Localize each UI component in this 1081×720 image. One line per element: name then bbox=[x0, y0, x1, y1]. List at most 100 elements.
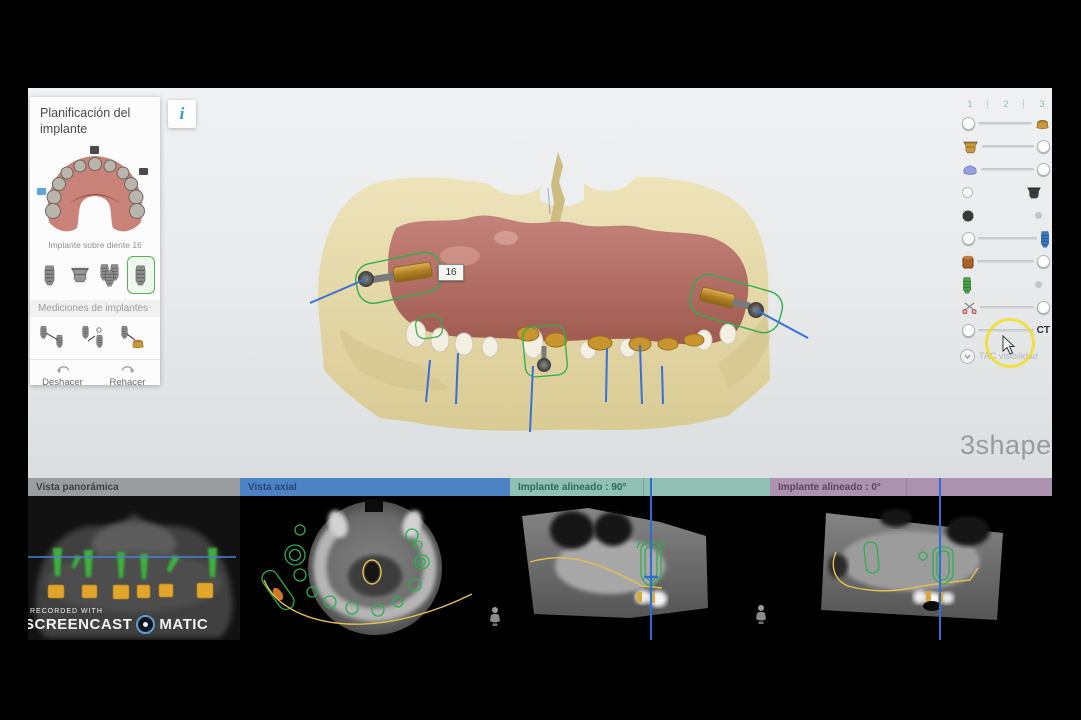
aligned-0-body[interactable] bbox=[770, 496, 1052, 640]
implant-crown-icon bbox=[120, 325, 146, 349]
blue-implant-track[interactable] bbox=[978, 237, 1037, 240]
measurements-section-title: Mediciones de implantes bbox=[30, 300, 160, 317]
axial-title: Vista axial bbox=[248, 482, 297, 493]
tooth-16-label: 16 bbox=[438, 264, 464, 281]
panoramic-view-panel[interactable]: Vista panorámica bbox=[28, 478, 240, 640]
axial-header[interactable]: Vista axial bbox=[240, 478, 510, 496]
header-divider bbox=[643, 478, 644, 496]
abutment-opacity-track[interactable] bbox=[982, 145, 1034, 148]
aligned-90-header[interactable]: Implante alineado : 90° bbox=[510, 478, 770, 496]
green-implant-dot[interactable] bbox=[1035, 281, 1042, 288]
panoramic-header[interactable]: Vista panorámica bbox=[28, 478, 240, 496]
aligned-0-title: Implante alineado : 0° bbox=[778, 482, 881, 493]
ct-opacity-knob[interactable] bbox=[962, 324, 975, 337]
dark-left-0 bbox=[828, 554, 848, 578]
implant-single-button[interactable] bbox=[35, 256, 63, 294]
watermark-line1: RECORDED WITH bbox=[30, 608, 208, 615]
green-implant-row bbox=[960, 273, 1052, 296]
axial-view-panel[interactable]: Vista axial bbox=[240, 478, 510, 640]
implant-distance-button[interactable] bbox=[38, 323, 68, 351]
arch-occlusal-view bbox=[35, 142, 155, 238]
green-implant-icon[interactable] bbox=[962, 276, 972, 294]
crown-icon[interactable] bbox=[1035, 118, 1050, 130]
redo-icon bbox=[119, 364, 137, 375]
copper-opacity-knob[interactable] bbox=[1037, 255, 1050, 268]
gingiva-opacity-track[interactable] bbox=[981, 168, 1034, 171]
implant-angle-button[interactable] bbox=[78, 323, 108, 351]
watermark-matic: MATIC bbox=[159, 616, 208, 633]
crown-opacity-knob[interactable] bbox=[962, 117, 975, 130]
gingiva-visibility-row bbox=[960, 158, 1052, 181]
gingiva-icon[interactable] bbox=[962, 164, 978, 176]
implant-tool-row bbox=[30, 254, 160, 300]
orientation-figure-icon[interactable] bbox=[756, 605, 766, 624]
crosshair-line-90[interactable] bbox=[650, 478, 652, 640]
implant-group-icon bbox=[100, 263, 120, 287]
implant-aligned-0-panel[interactable]: Implante alineado : 0° bbox=[770, 478, 1052, 640]
sinus-right bbox=[594, 512, 632, 546]
ct-views-row: Vista panorámica bbox=[28, 478, 1052, 640]
main-3d-viewport[interactable]: 16 Planificación del implante bbox=[28, 88, 1052, 478]
header-divider bbox=[906, 478, 907, 496]
app-content: 16 Planificación del implante bbox=[28, 88, 1052, 640]
cut-plane-track[interactable] bbox=[980, 306, 1034, 309]
undo-redo-bar: Deshacer Rehacer bbox=[30, 359, 160, 393]
undo-button[interactable]: Deshacer bbox=[30, 360, 95, 393]
gingiva-highlight bbox=[440, 246, 480, 266]
undo-label: Deshacer bbox=[42, 377, 83, 388]
implant-icon bbox=[44, 264, 55, 286]
watermark-screencast: SCREENCAST bbox=[28, 616, 132, 633]
cut-plane-knob[interactable] bbox=[1037, 301, 1050, 314]
3shape-logo: 3shape bbox=[960, 430, 1052, 461]
copper-cylinder-row bbox=[960, 250, 1052, 273]
implant-group-button[interactable] bbox=[96, 256, 124, 294]
abutment-button[interactable] bbox=[66, 256, 94, 294]
implant-distance-icon bbox=[40, 325, 66, 349]
application-window: 16 Planificación del implante bbox=[0, 0, 1081, 720]
panel-title: Planificación del implante bbox=[30, 97, 160, 142]
cross-section-90 bbox=[510, 496, 770, 640]
sphere-dot[interactable] bbox=[1035, 212, 1042, 219]
abutment-icon bbox=[69, 266, 91, 283]
panoramic-body[interactable]: RECORDED WITH SCREENCAST MATIC bbox=[28, 496, 240, 640]
mouse-cursor bbox=[1002, 335, 1016, 355]
maxilla-3d-scene[interactable] bbox=[28, 88, 1052, 478]
bone-notch-right bbox=[575, 141, 639, 191]
abutment-opacity-knob[interactable] bbox=[1037, 140, 1050, 153]
arch-thumbnail bbox=[30, 142, 160, 238]
crosshair-line-0[interactable] bbox=[939, 478, 941, 640]
thumbnail-caption: Implante sobre diente 16 bbox=[30, 238, 160, 254]
sphere-row bbox=[960, 204, 1052, 227]
axial-body[interactable] bbox=[240, 496, 510, 640]
implant-selected-icon bbox=[135, 264, 146, 286]
copper-opacity-track[interactable] bbox=[977, 260, 1034, 263]
tab-1[interactable]: 1 bbox=[967, 99, 972, 109]
copper-cylinder-icon[interactable] bbox=[962, 255, 974, 269]
scissors-icon[interactable] bbox=[962, 301, 977, 314]
crown-opacity-track[interactable] bbox=[978, 122, 1032, 125]
dark-abutment-radio[interactable] bbox=[962, 187, 973, 198]
info-button[interactable]: i bbox=[168, 100, 196, 128]
dark-abutment-icon[interactable] bbox=[1026, 186, 1042, 199]
blue-implant-knob[interactable] bbox=[962, 232, 975, 245]
orientation-figure-icon[interactable] bbox=[490, 607, 500, 626]
implant-aligned-90-panel[interactable]: Implante alineado : 90° bbox=[510, 478, 770, 640]
tab-3[interactable]: 3 bbox=[1039, 99, 1044, 109]
dark-abutment-row bbox=[960, 181, 1052, 204]
implant-selected-button[interactable] bbox=[127, 256, 155, 294]
gingiva-highlight-2 bbox=[494, 231, 518, 245]
abutment-visibility-row bbox=[960, 135, 1052, 158]
blue-implant-icon[interactable] bbox=[1040, 230, 1050, 248]
panoramic-title: Vista panorámica bbox=[36, 482, 119, 493]
center-pin-ball bbox=[537, 358, 551, 372]
dark-sphere-icon[interactable] bbox=[962, 210, 974, 222]
redo-button[interactable]: Rehacer bbox=[95, 360, 160, 393]
implant-angle-icon bbox=[80, 325, 106, 349]
aligned-0-header[interactable]: Implante alineado : 0° bbox=[770, 478, 1052, 496]
implant-crown-distance-button[interactable] bbox=[118, 323, 148, 351]
gingiva-opacity-knob[interactable] bbox=[1037, 163, 1050, 176]
tab-2[interactable]: 2 bbox=[1003, 99, 1008, 109]
gold-abutment-icon[interactable] bbox=[962, 140, 979, 154]
aligned-90-body[interactable] bbox=[510, 496, 770, 640]
toolbar-tabs: 1 2 3 bbox=[960, 96, 1052, 112]
